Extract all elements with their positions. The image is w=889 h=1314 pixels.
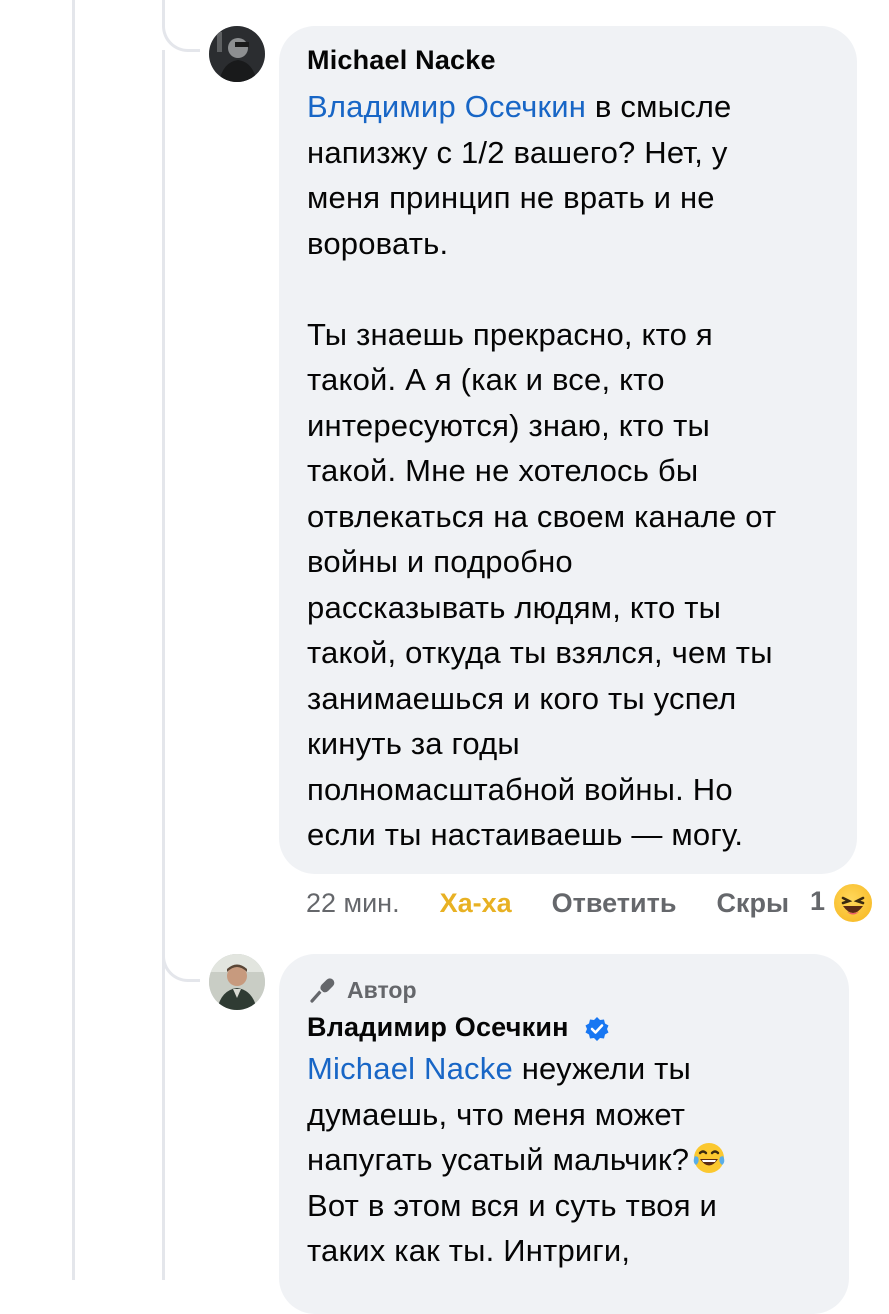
comment-bubble: Автор Владимир Осечкин Michael Nacke неу… bbox=[279, 954, 849, 1314]
avatar-image bbox=[209, 26, 265, 82]
author-badge-label: Автор bbox=[347, 976, 417, 1003]
avatar-image bbox=[209, 954, 265, 1010]
laughing-emoji-icon bbox=[832, 882, 874, 924]
comment-author-name[interactable]: Владимир Осечкин bbox=[307, 1012, 569, 1042]
microphone-icon bbox=[310, 978, 335, 1003]
comment-author: Владимир Осечкин bbox=[307, 1012, 821, 1043]
avatar[interactable] bbox=[209, 26, 265, 82]
comment-author[interactable]: Michael Nacke bbox=[307, 45, 827, 76]
avatar[interactable] bbox=[209, 954, 265, 1010]
hide-button[interactable]: Скры bbox=[716, 888, 789, 919]
thread-line-inner-2 bbox=[162, 50, 165, 1280]
tears-of-joy-emoji-icon bbox=[693, 1143, 725, 1173]
comment-actions: 22 мин. Ха-ха Ответить Скры bbox=[306, 888, 789, 919]
comment-time[interactable]: 22 мин. bbox=[306, 888, 400, 919]
comment-body-continued: Вот в этом вся и суть твоя и таких как т… bbox=[307, 1187, 718, 1269]
comment-bubble: Michael Nacke Владимир Осечкин в смысле … bbox=[279, 26, 857, 874]
thread-connector bbox=[162, 942, 200, 982]
verified-badge-icon bbox=[585, 1016, 609, 1041]
mention-link[interactable]: Владимир Осечкин bbox=[307, 89, 586, 124]
comment-text: Владимир Осечкин в смысле напизжу с 1/2 … bbox=[307, 84, 827, 858]
comment-body: в смысле напизжу с 1/2 вашего? Нет, у ме… bbox=[307, 89, 777, 852]
comment-text: Michael Nacke неужели ты думаешь, что ме… bbox=[307, 1046, 821, 1274]
mention-link[interactable]: Michael Nacke bbox=[307, 1051, 513, 1086]
reaction-count[interactable]: 1 bbox=[810, 886, 825, 917]
reaction-button[interactable]: Ха-ха bbox=[440, 888, 512, 919]
reply-button[interactable]: Ответить bbox=[552, 888, 677, 919]
author-badge: Автор bbox=[307, 974, 821, 1006]
thread-connector bbox=[162, 12, 200, 52]
thread-line-outer bbox=[72, 0, 75, 1280]
